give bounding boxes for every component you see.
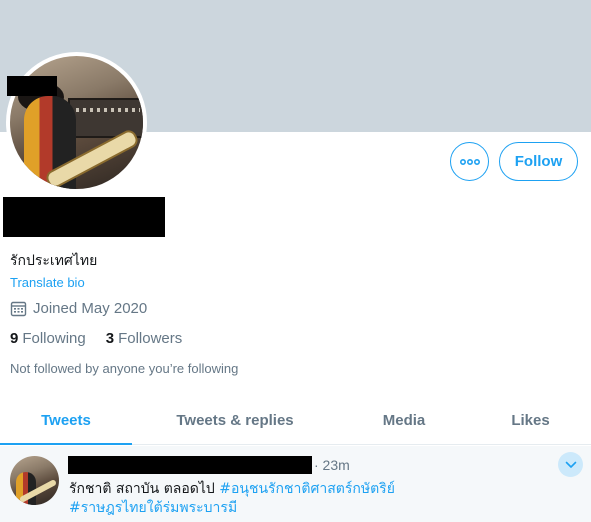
translate-bio-link[interactable]: Translate bio: [10, 275, 85, 290]
following-stat[interactable]: 9 Following: [10, 330, 86, 347]
tweet-text-line2: #ราษฎรไทยใต้ร่มพระบารมี: [69, 497, 237, 519]
follow-stats: 9 Following 3 Followers: [10, 330, 182, 347]
tweet-hashtag[interactable]: #ราษฎรไทยใต้ร่มพระบารมี: [69, 500, 237, 516]
tweet-menu-button[interactable]: [558, 452, 583, 477]
followers-count: 3: [105, 330, 115, 347]
following-count: 9: [10, 330, 19, 347]
not-followed-notice: Not followed by anyone you’re following: [10, 361, 239, 376]
tab-media[interactable]: Media: [338, 397, 470, 444]
tab-likes[interactable]: Likes: [470, 397, 591, 444]
profile-avatar[interactable]: [6, 52, 147, 193]
profile-bio: รักประเทศไทย: [10, 253, 98, 269]
following-label: Following: [22, 330, 86, 347]
more-horizontal-icon: [459, 158, 480, 165]
tweet-time[interactable]: · 23m: [314, 457, 350, 473]
follow-button[interactable]: Follow: [499, 142, 578, 181]
tab-tweets[interactable]: Tweets: [0, 397, 132, 445]
redacted-tweet-author: [68, 456, 312, 474]
calendar-icon: [10, 301, 27, 317]
tweet-text: รักชาติ สถาบัน ตลอดไป: [69, 481, 220, 497]
joined-text: Joined May 2020: [33, 300, 148, 317]
profile-tabs: Tweets Tweets & replies Media Likes: [0, 397, 591, 445]
joined-date: Joined May 2020: [10, 300, 147, 317]
redacted-display-name: [3, 197, 165, 237]
tweet-avatar[interactable]: [10, 456, 59, 505]
followers-stat[interactable]: 3 Followers: [106, 330, 183, 347]
redacted-overlay-top: [7, 76, 57, 96]
tweet-hashtag[interactable]: #อนุชนรักชาติศาสตร์กษัตริย์: [219, 481, 395, 497]
tab-tweets-replies[interactable]: Tweets & replies: [132, 397, 338, 444]
more-options-button[interactable]: [450, 142, 489, 181]
followers-label: Followers: [118, 330, 183, 347]
chevron-down-icon: [565, 461, 576, 468]
